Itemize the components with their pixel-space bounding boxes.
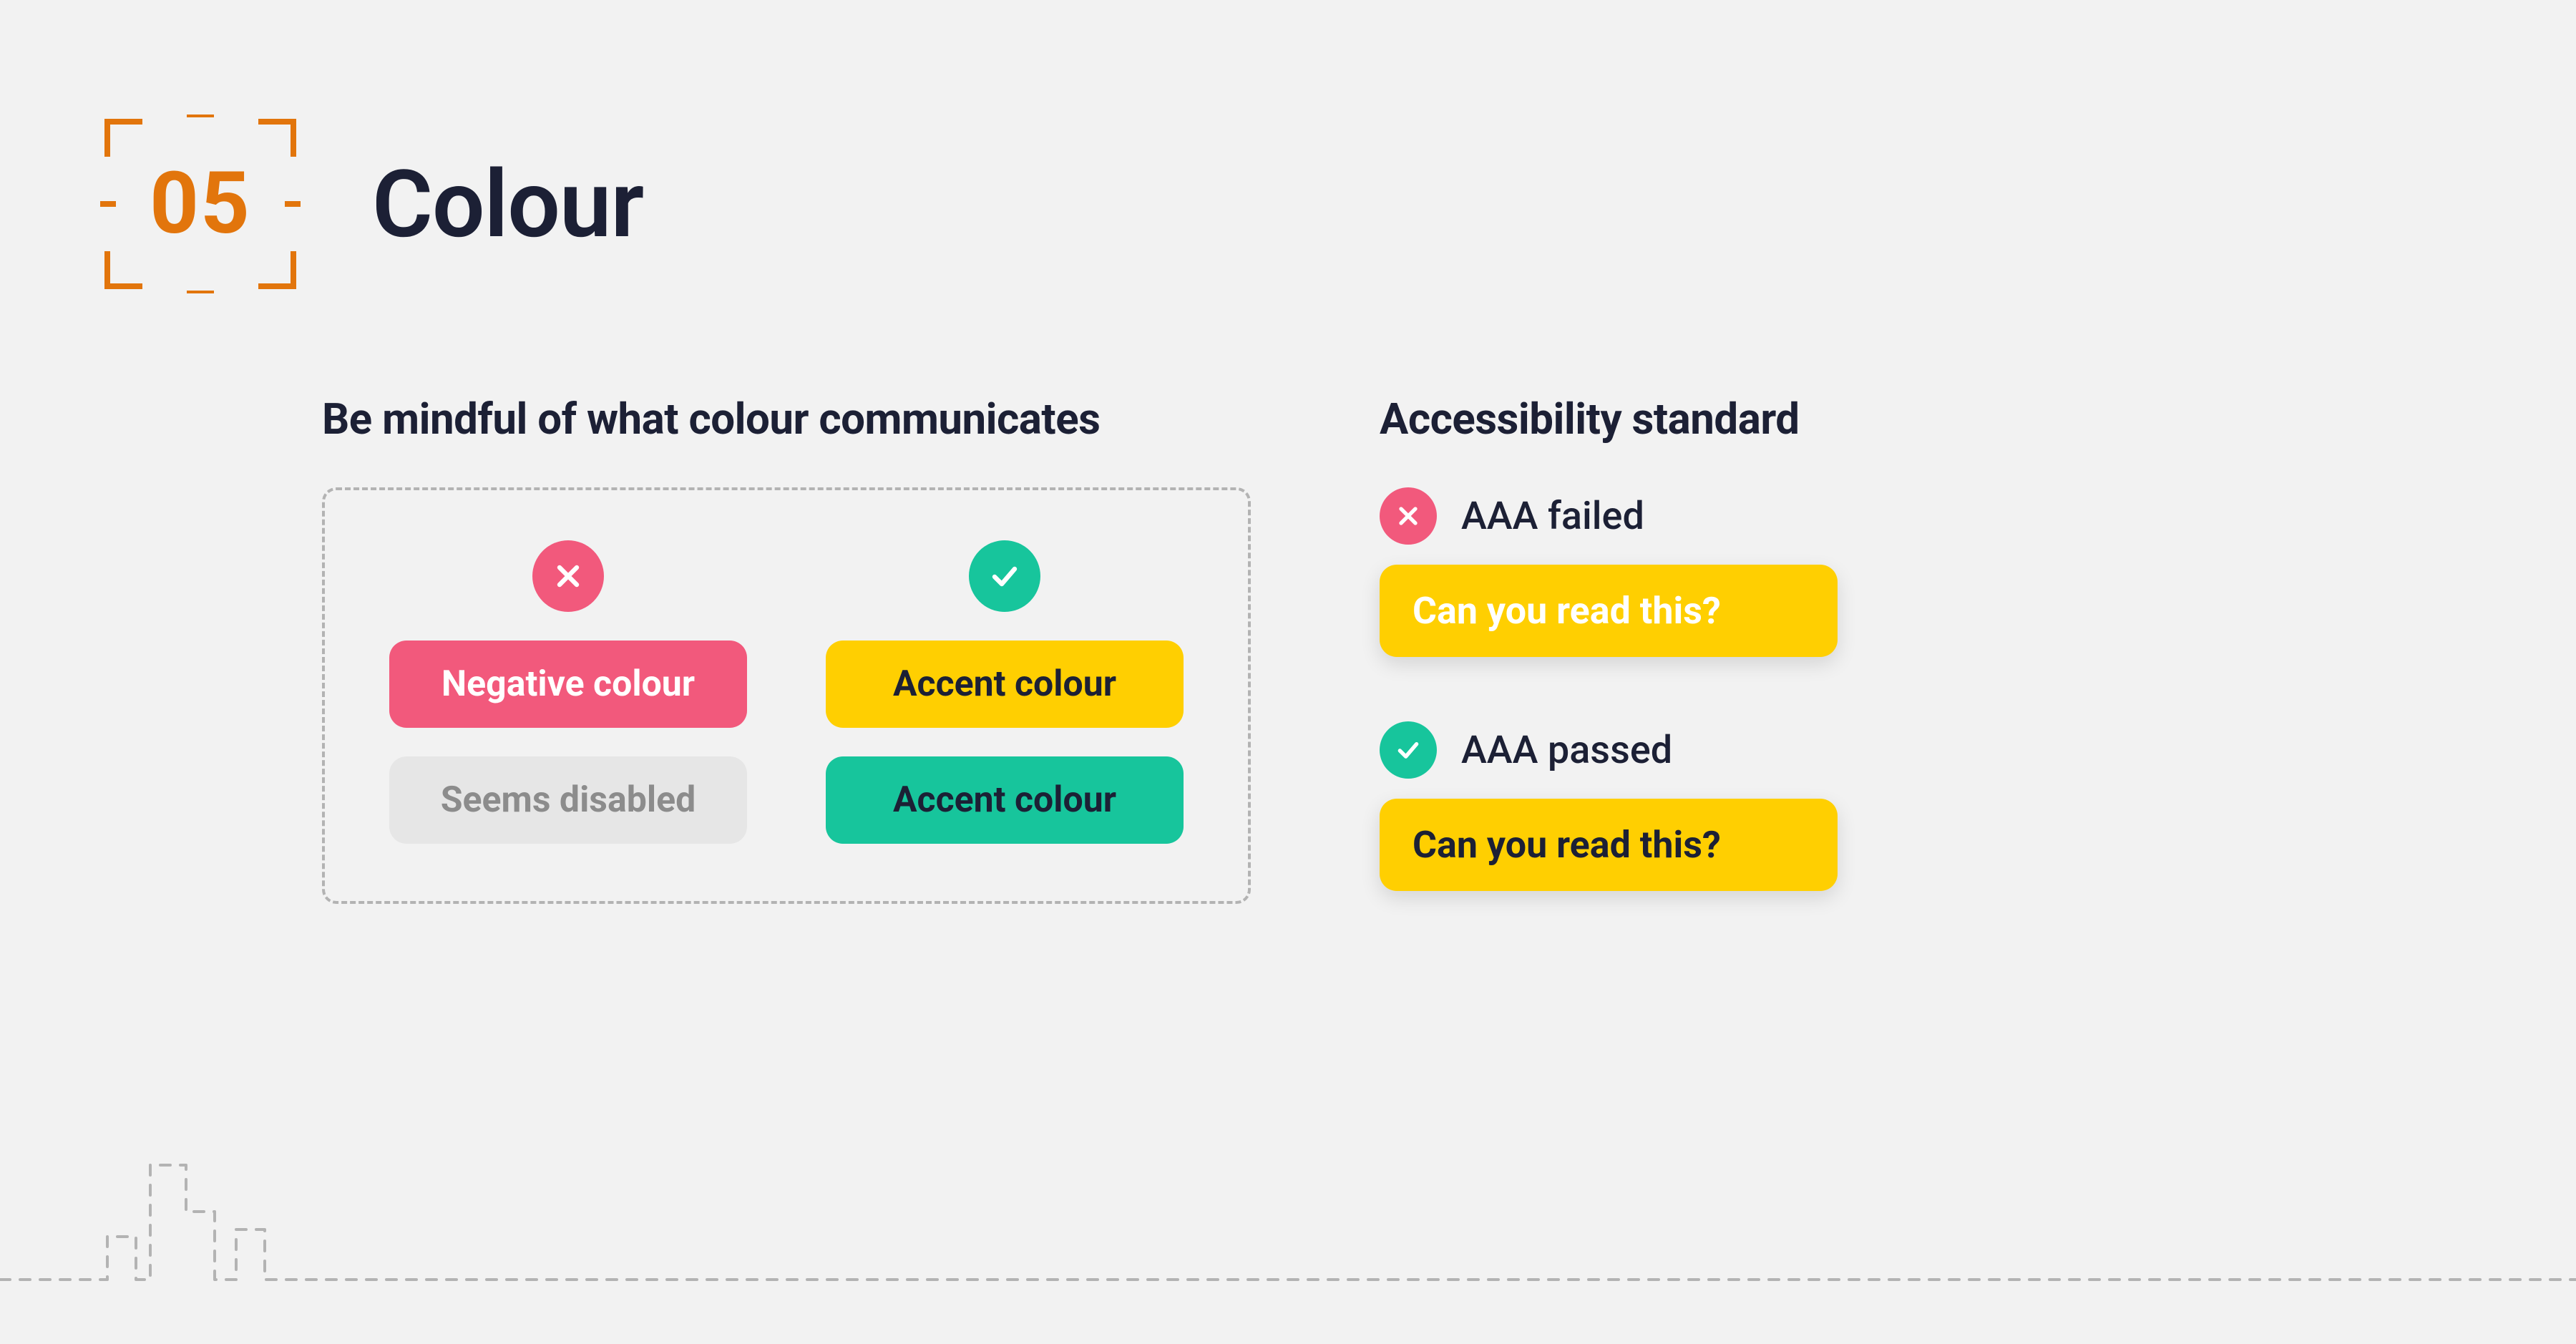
accent-yellow-pill: Accent colour [826,641,1184,728]
check-icon [1380,721,1437,779]
content-row: Be mindful of what colour communicates N… [322,394,1838,955]
check-icon [969,540,1040,612]
decorative-wave [0,1144,2576,1301]
accessibility-column: Accessibility standard AAA failed Can yo… [1380,394,1838,955]
bad-examples-column: Negative colour Seems disabled [389,540,747,844]
right-heading: Accessibility standard [1380,394,1838,444]
aaa-passed-row: AAA passed [1380,721,1838,779]
negative-colour-pill: Negative colour [389,641,747,728]
accent-teal-pill: Accent colour [826,756,1184,844]
disabled-pill: Seems disabled [389,756,747,844]
aaa-failed-row: AAA failed [1380,487,1838,545]
aaa-failed-pill: Can you read this? [1380,565,1838,657]
page-title: Colour [372,150,643,259]
cross-icon [532,540,604,612]
cross-icon [1380,487,1437,545]
left-heading: Be mindful of what colour communicates [322,394,1251,444]
section-number-box: 05 [100,115,301,293]
example-box: Negative colour Seems disabled Accent co… [322,487,1251,904]
slide-header: 05 Colour [100,115,643,293]
aaa-failed-label: AAA failed [1461,494,1644,539]
colour-communication-column: Be mindful of what colour communicates N… [322,394,1251,955]
aaa-passed-pill: Can you read this? [1380,799,1838,891]
aaa-passed-label: AAA passed [1461,728,1672,773]
bracket-decoration [100,115,301,293]
good-examples-column: Accent colour Accent colour [826,540,1184,844]
